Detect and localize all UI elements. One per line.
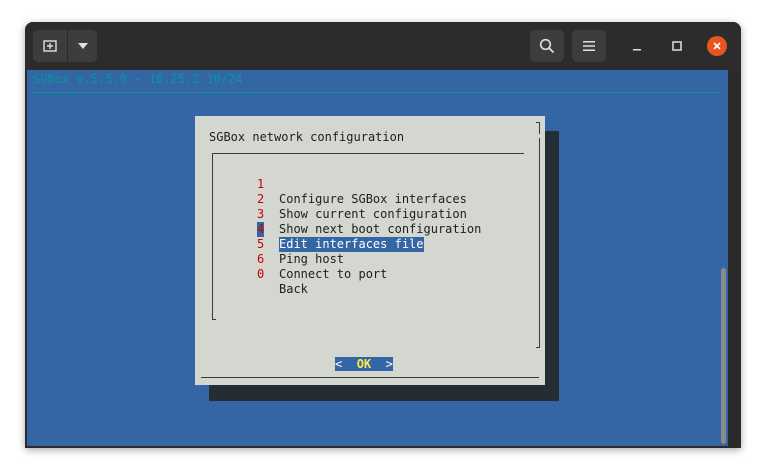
dialog-border [536,122,540,123]
menu-item[interactable]: 5 Ping host [257,222,344,266]
dialog-border [539,122,540,134]
tab-button-group [33,30,97,62]
menu-box-border [212,153,524,154]
menu-item[interactable]: 2 Show current configuration [257,177,467,221]
minimize-icon [633,49,641,51]
terminal-area[interactable]: SGBox v.5.5.0 - 10.25.2.10/24 SGBox netw… [27,70,728,446]
menu-item[interactable]: 1 Configure SGBox interfaces [257,162,467,206]
maximize-button[interactable] [665,34,689,58]
tab-menu-dropdown-button[interactable] [67,30,97,62]
search-icon [539,38,555,54]
dialog-title: SGBox network configuration [209,130,405,144]
menu-item-selected[interactable]: 4 Edit interfaces file [257,207,424,252]
new-tab-icon [43,40,57,52]
menu-box-border [212,153,213,320]
new-tab-button[interactable] [33,30,67,62]
minimize-button[interactable] [625,34,649,58]
close-button[interactable] [705,34,729,58]
menu-item[interactable]: 3 Show next boot configuration [257,192,481,236]
scrollbar[interactable] [721,268,726,444]
dialog-border [201,377,539,378]
menu-item-number: 0 [257,267,265,281]
backtitle: SGBox v.5.5.0 - 10.25.2.10/24 [33,72,243,86]
chevron-down-icon [77,43,88,49]
menu-item-label: Back [279,282,308,296]
menu-box-border [212,319,216,320]
menu-item[interactable]: 0 Back [257,252,329,296]
ok-button[interactable]: < OK > [335,357,393,371]
backtitle-rule [33,92,719,93]
ok-button-right-bracket: > [385,357,393,371]
menu-item[interactable]: 6 Connect to port [257,237,387,281]
search-button[interactable] [530,30,564,62]
title-bar [25,22,741,70]
dialog-border [536,347,540,348]
dialog-border [539,138,540,348]
close-icon [713,42,721,50]
close-button-circle [707,36,727,56]
terminal-window: SGBox v.5.5.0 - 10.25.2.10/24 SGBox netw… [25,22,741,448]
network-config-dialog: SGBox network configuration 1 Configure … [195,116,545,385]
ok-button-label: OK [356,357,372,371]
main-menu-button[interactable] [572,30,606,62]
hamburger-menu-icon [583,41,595,51]
ok-button-left-bracket: < [335,357,343,371]
maximize-icon [672,41,682,51]
